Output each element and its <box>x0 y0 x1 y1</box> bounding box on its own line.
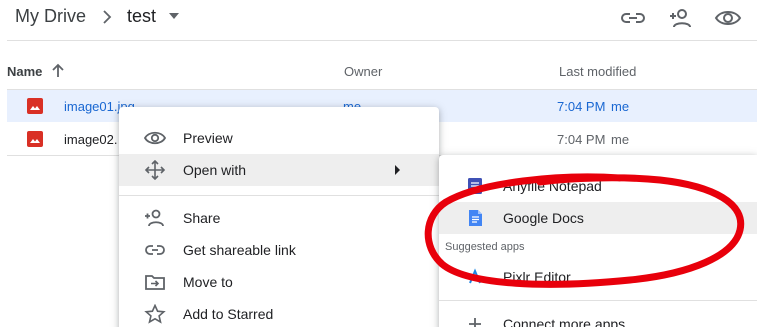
google-docs-icon <box>469 210 482 226</box>
breadcrumb-my-drive[interactable]: My Drive <box>15 6 86 27</box>
link-icon[interactable] <box>619 6 647 30</box>
submenu-item-label: Pixlr Editor <box>503 269 571 285</box>
submenu-item-google-docs[interactable]: Google Docs <box>439 202 757 234</box>
menu-item-label: Share <box>183 210 221 226</box>
menu-divider <box>119 195 439 196</box>
submenu-item-label: Google Docs <box>503 210 584 226</box>
notepad-app-icon <box>468 178 482 194</box>
open-with-submenu: Anyfile Notepad Google Docs Suggested ap… <box>439 155 757 327</box>
eye-icon[interactable] <box>714 6 742 30</box>
header-divider <box>7 40 757 41</box>
column-header-last-modified[interactable]: Last modified <box>559 64 636 79</box>
folder-move-icon <box>145 275 165 290</box>
pixlr-app-icon <box>469 268 481 284</box>
plus-icon <box>469 318 481 327</box>
menu-item-get-shareable-link[interactable]: Get shareable link <box>119 234 439 266</box>
submenu-item-label: Connect more apps <box>503 316 626 327</box>
image-file-icon <box>27 98 43 114</box>
column-header-name[interactable]: Name <box>7 64 42 79</box>
file-modified-time: 7:04 PM <box>557 99 606 114</box>
breadcrumb-current-folder[interactable]: test <box>127 6 156 27</box>
menu-item-label: Add to Starred <box>183 306 274 322</box>
suggested-apps-caption: Suggested apps <box>445 241 525 253</box>
submenu-divider <box>439 300 757 301</box>
caret-down-icon[interactable] <box>168 12 180 20</box>
context-menu: Preview Open with Share Get shareable li… <box>119 107 439 327</box>
chevron-right-icon <box>395 165 400 175</box>
menu-item-share[interactable]: Share <box>119 202 439 234</box>
file-modified-time: 7:04 PM <box>557 132 606 147</box>
menu-item-open-with[interactable]: Open with <box>119 154 439 186</box>
menu-item-label: Get shareable link <box>183 242 296 258</box>
menu-item-label: Preview <box>183 130 233 146</box>
submenu-item-anyfile-notepad[interactable]: Anyfile Notepad <box>439 170 757 202</box>
move-arrows-icon <box>144 160 166 180</box>
add-person-icon[interactable] <box>667 6 695 30</box>
submenu-item-label: Anyfile Notepad <box>503 178 602 194</box>
arrow-up-icon[interactable] <box>51 63 65 79</box>
file-modified-by: me <box>611 99 630 114</box>
chevron-right-icon <box>103 10 112 24</box>
eye-icon <box>144 131 166 145</box>
top-bar: My Drive test <box>0 0 757 40</box>
image-file-icon <box>27 131 43 147</box>
menu-item-add-to-starred[interactable]: Add to Starred <box>119 298 439 327</box>
menu-item-label: Open with <box>183 162 247 178</box>
menu-item-move-to[interactable]: Move to <box>119 266 439 298</box>
star-icon <box>144 304 166 324</box>
submenu-item-connect-more-apps[interactable]: Connect more apps <box>439 308 757 327</box>
add-person-icon <box>145 209 164 227</box>
menu-item-label: Move to <box>183 274 233 290</box>
submenu-item-pixlr-editor[interactable]: Pixlr Editor <box>439 261 757 293</box>
link-icon <box>145 245 165 255</box>
column-header-owner: Owner <box>344 64 383 79</box>
menu-item-preview[interactable]: Preview <box>119 122 439 154</box>
file-name: image02. <box>64 132 118 147</box>
file-modified-by: me <box>611 132 630 147</box>
